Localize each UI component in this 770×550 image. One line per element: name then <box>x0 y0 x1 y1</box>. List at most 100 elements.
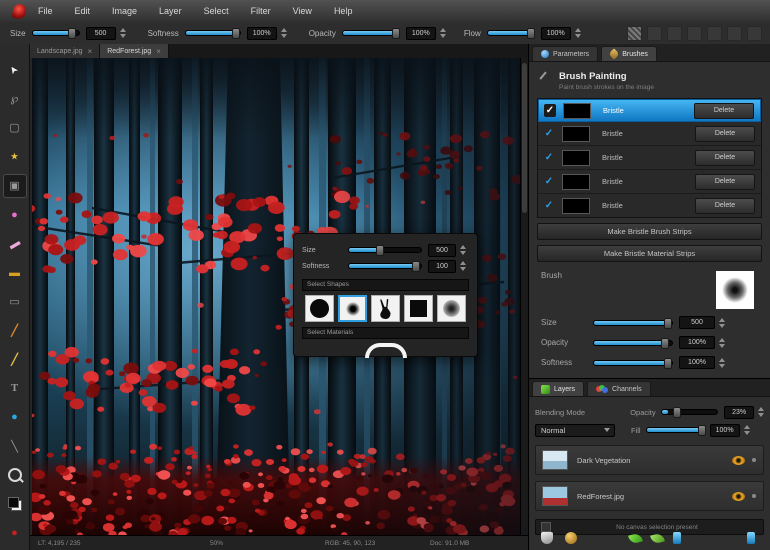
lasso-tool[interactable]: ℘ <box>3 87 27 111</box>
menu-filter[interactable]: Filter <box>241 0 281 22</box>
check-icon[interactable]: ✓ <box>543 200 555 211</box>
panel-softness-value[interactable]: 100% <box>679 356 715 369</box>
layer-opacity-stepper[interactable] <box>758 407 764 417</box>
softness-value[interactable]: 100% <box>247 27 277 40</box>
group-layer-icon[interactable] <box>673 532 681 544</box>
visibility-eye-icon[interactable] <box>732 492 745 501</box>
gradient-tool[interactable]: ▬ <box>3 261 27 285</box>
flow-value[interactable]: 100% <box>541 27 571 40</box>
check-icon[interactable]: ✓ <box>544 104 556 117</box>
menu-help[interactable]: Help <box>324 0 363 22</box>
heal-tool[interactable]: ● <box>3 521 27 545</box>
panel-size-value[interactable]: 500 <box>679 316 715 329</box>
delete-button[interactable]: Delete <box>695 150 755 166</box>
softness-slider[interactable] <box>185 30 241 36</box>
eyedropper-tool[interactable]: ╲ <box>3 434 27 458</box>
opacity-stepper[interactable] <box>440 28 446 38</box>
brush-row[interactable]: ✓ Bristle Delete <box>538 122 761 146</box>
menu-edit[interactable]: Edit <box>65 0 101 22</box>
layer-row-dark-vegetation[interactable]: Dark Vegetation <box>535 445 764 475</box>
doc-tab-landscape[interactable]: Landscape.jpg × <box>30 44 100 58</box>
check-icon[interactable]: ✓ <box>543 152 555 163</box>
dialog-softness-value[interactable]: 100 <box>428 260 456 273</box>
checker-preview-icon[interactable] <box>627 26 642 41</box>
layer-row-redforest[interactable]: RedForest.jpg <box>535 481 764 511</box>
zoom-tool[interactable] <box>3 463 27 487</box>
menu-select[interactable]: Select <box>194 0 239 22</box>
move-tool[interactable]: ➤ <box>3 58 27 82</box>
delete-button[interactable]: Delete <box>695 174 755 190</box>
menu-view[interactable]: View <box>283 0 322 22</box>
eraser-tool[interactable]: ▬ <box>3 232 27 256</box>
mask-action-icon[interactable] <box>541 532 553 544</box>
panel-opacity-slider[interactable] <box>593 340 673 346</box>
delete-button[interactable]: Delete <box>695 198 755 214</box>
tab-layers[interactable]: Layers <box>532 381 584 396</box>
workspace-icon-2[interactable] <box>667 26 682 41</box>
opacity-value[interactable]: 100% <box>406 27 436 40</box>
panel-opacity-stepper[interactable] <box>719 338 725 348</box>
pencil-tool[interactable]: ╱ <box>3 318 27 342</box>
dialog-size-stepper[interactable] <box>460 245 466 255</box>
magic-wand-tool[interactable]: ★ <box>3 145 27 169</box>
panel-size-stepper[interactable] <box>719 318 725 328</box>
blend-mode-select[interactable]: Normal <box>535 424 615 437</box>
dialog-softness-slider[interactable] <box>348 263 422 269</box>
panel-softness-slider[interactable] <box>593 360 673 366</box>
tab-channels[interactable]: Channels <box>587 381 651 396</box>
brush-row-selected[interactable]: ✓ Bristle Delete <box>538 99 761 122</box>
delete-button[interactable]: Delete <box>695 126 755 142</box>
check-icon[interactable]: ✓ <box>543 128 555 139</box>
lock-dot-icon[interactable] <box>752 458 756 462</box>
make-bristle-brush-button[interactable]: Make Bristle Brush Strips <box>537 223 762 240</box>
fill-value[interactable]: 100% <box>710 424 740 437</box>
close-icon[interactable]: × <box>156 47 161 56</box>
marquee-tool[interactable]: ▢ <box>3 116 27 140</box>
brush-options-dialog[interactable]: Size 500 Softness 100 Select Shapes Sele… <box>293 233 478 357</box>
visibility-eye-icon[interactable] <box>732 456 745 465</box>
text-tool[interactable]: T <box>3 376 27 400</box>
lock-dot-icon[interactable] <box>752 494 756 498</box>
delete-button[interactable]: Delete <box>694 103 754 119</box>
panel-softness-stepper[interactable] <box>719 358 725 368</box>
dialog-size-value[interactable]: 500 <box>428 244 456 257</box>
scrollbar-thumb[interactable] <box>522 63 527 213</box>
fill-slider[interactable] <box>646 427 704 433</box>
shape-soft-round-selected[interactable] <box>338 295 367 322</box>
workspace-icon-1[interactable] <box>647 26 662 41</box>
canvas-vertical-scrollbar[interactable] <box>520 58 528 535</box>
dialog-softness-stepper[interactable] <box>460 261 466 271</box>
zoom-level-readout[interactable]: 50% <box>210 540 223 547</box>
size-slider[interactable] <box>32 30 80 36</box>
crop-tool[interactable]: ▣ <box>3 174 27 198</box>
tab-parameters[interactable]: Parameters <box>532 46 598 61</box>
dialog-size-slider[interactable] <box>348 247 422 253</box>
brush-preview[interactable] <box>716 271 754 309</box>
size-value[interactable]: 500 <box>86 27 116 40</box>
shape-blur[interactable] <box>437 295 466 322</box>
workspace-icon-4[interactable] <box>707 26 722 41</box>
layer-opacity-slider[interactable] <box>661 409 719 415</box>
knife-tool[interactable]: ╱ <box>3 347 27 371</box>
menu-layer[interactable]: Layer <box>149 0 192 22</box>
size-stepper[interactable] <box>120 28 126 38</box>
softness-stepper[interactable] <box>281 28 287 38</box>
new-layer-icon[interactable] <box>628 533 643 545</box>
flow-slider[interactable] <box>487 30 535 36</box>
flow-stepper[interactable] <box>575 28 581 38</box>
paint-brush-tool[interactable]: ● <box>3 203 27 227</box>
stamp-tool[interactable]: ▭ <box>3 290 27 314</box>
blur-tool[interactable]: ● <box>3 405 27 429</box>
shape-square[interactable] <box>404 295 433 322</box>
delete-layer-icon[interactable] <box>747 532 755 544</box>
layer-opacity-value[interactable]: 23% <box>724 406 754 419</box>
brush-row[interactable]: ✓ Bristle Delete <box>538 194 761 217</box>
brush-row[interactable]: ✓ Bristle Delete <box>538 170 761 194</box>
make-bristle-material-button[interactable]: Make Bristle Material Strips <box>537 245 762 262</box>
workspace-icon-6[interactable] <box>747 26 762 41</box>
workspace-icon-3[interactable] <box>687 26 702 41</box>
panel-opacity-value[interactable]: 100% <box>679 336 715 349</box>
menu-image[interactable]: Image <box>102 0 147 22</box>
menu-file[interactable]: File <box>28 0 63 22</box>
panel-size-slider[interactable] <box>593 320 673 326</box>
